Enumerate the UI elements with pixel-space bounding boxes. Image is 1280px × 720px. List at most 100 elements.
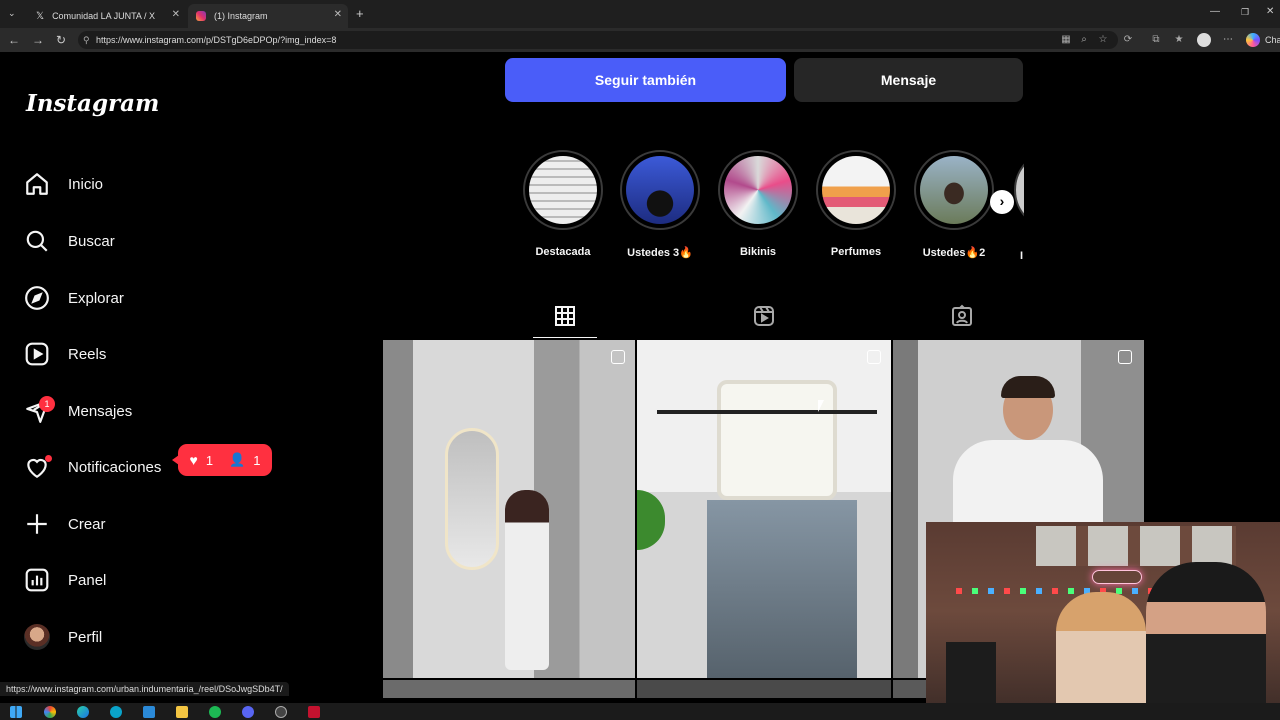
favorites-icon[interactable]: ★ <box>1173 34 1185 46</box>
extension-icon[interactable]: ⧉ <box>1150 34 1162 46</box>
tab-title: (1) Instagram <box>214 11 268 21</box>
back-icon[interactable]: ← <box>8 33 20 47</box>
more-menu-icon[interactable]: ⋯ <box>1222 34 1234 46</box>
sidebar-item-inicio[interactable]: Inicio <box>24 164 294 204</box>
sidebar-item-label: Panel <box>68 571 107 589</box>
avatar <box>24 624 50 650</box>
discord-icon[interactable] <box>242 706 254 718</box>
cam-posters <box>1036 526 1236 566</box>
windows-taskbar <box>0 703 1280 720</box>
follows-count: 1 <box>253 452 261 468</box>
folder-icon[interactable] <box>176 706 188 718</box>
post-hair <box>1001 376 1055 398</box>
tagged-icon[interactable] <box>950 304 974 328</box>
favorite-star-icon[interactable]: ☆ <box>1097 34 1109 46</box>
highlight-ring <box>620 150 700 230</box>
copilot-icon[interactable] <box>1246 33 1260 47</box>
copilot-label: Cha <box>1265 35 1280 45</box>
likes-heart-icon: ♥ <box>189 452 198 468</box>
close-window-icon[interactable]: ✕ <box>1266 6 1274 17</box>
compass-icon <box>25 286 49 310</box>
post-leaf <box>637 490 665 550</box>
sidebar-item-label: Notificaciones <box>68 458 162 476</box>
posts-grid-icon[interactable] <box>553 304 577 328</box>
profile-avatar-icon[interactable] <box>1197 33 1211 47</box>
sidebar-item-label: Reels <box>68 345 107 363</box>
close-tab-icon[interactable]: ✕ <box>334 9 342 20</box>
message-button[interactable]: Mensaje <box>794 58 1023 102</box>
windows-start-icon[interactable] <box>10 706 22 718</box>
chrome-icon[interactable] <box>44 706 56 718</box>
post-item-next-row[interactable] <box>893 680 926 698</box>
post-item[interactable] <box>383 340 635 678</box>
highlight-cover <box>822 156 890 224</box>
webcam-overlay <box>926 522 1280 720</box>
active-tab-underline <box>533 337 597 338</box>
sidebar-item-label: Mensajes <box>68 402 133 420</box>
highlight-ring <box>816 150 896 230</box>
url-text: https://www.instagram.com/p/DSTgD6eDPOp/… <box>96 35 337 45</box>
minimize-icon[interactable]: — <box>1210 6 1220 17</box>
post-rack <box>657 410 877 414</box>
reel-icon <box>867 350 881 364</box>
highlight-ustedes-3[interactable]: Ustedes 3🔥 <box>615 150 705 259</box>
sidebar-item-panel[interactable]: Panel <box>24 560 294 600</box>
browser-tab-bar: ⌄ 𝕏 Comunidad LA JUNTA / X ✕ (1) Instagr… <box>0 0 1280 28</box>
follow-back-button[interactable]: Seguir también <box>505 58 786 102</box>
app-icon[interactable] <box>308 706 320 718</box>
forward-icon[interactable]: → <box>32 33 44 47</box>
highlight-ustedes-2[interactable]: Ustedes🔥2 <box>909 150 999 259</box>
post-jeans <box>707 500 857 678</box>
highlights-next-button[interactable]: › <box>990 190 1014 214</box>
reload-icon[interactable]: ↻ <box>56 33 66 47</box>
notification-dot <box>45 455 52 462</box>
site-info-icon[interactable]: ⚲ <box>83 31 90 49</box>
instagram-logo[interactable]: Instagram <box>26 90 159 117</box>
reels-tab-icon[interactable] <box>752 304 776 328</box>
sidebar-item-crear[interactable]: Crear <box>24 504 294 544</box>
post-item-next-row[interactable] <box>383 680 635 698</box>
url-field[interactable]: ⚲ https://www.instagram.com/p/DSTgD6eDPO… <box>78 31 1118 49</box>
sidebar-item-buscar[interactable]: Buscar <box>24 221 294 261</box>
tab-list-chevron-icon[interactable]: ⌄ <box>8 8 16 19</box>
highlight-label: Bikinis <box>739 246 777 258</box>
file-icon[interactable] <box>143 706 155 718</box>
post-item-next-row[interactable] <box>637 680 891 698</box>
post-item[interactable] <box>637 340 891 678</box>
reels-icon <box>25 342 49 366</box>
highlight-cover <box>920 156 988 224</box>
highlight-perfumes[interactable]: Perfumes <box>811 150 901 258</box>
edge-icon[interactable] <box>77 706 89 718</box>
sidebar-item-mensajes[interactable]: 1 Mensajes <box>24 391 294 431</box>
address-bar: ← → ↻ ⚲ https://www.instagram.com/p/DSTg… <box>0 28 1280 52</box>
highlight-partial[interactable]: I <box>1014 150 1024 270</box>
browser-tab-x[interactable]: 𝕏 Comunidad LA JUNTA / X ✕ <box>28 4 186 28</box>
notification-pill[interactable]: ♥ 1 👤 1 <box>172 444 272 476</box>
spotify-icon[interactable] <box>209 706 221 718</box>
app-available-icon[interactable]: ▦ <box>1060 34 1072 46</box>
highlight-bikinis[interactable]: Bikinis <box>713 150 803 258</box>
browser-tab-instagram[interactable]: (1) Instagram ✕ <box>188 4 348 28</box>
post-figure <box>505 490 549 670</box>
likes-count: 1 <box>205 452 214 468</box>
highlight-ring <box>718 150 798 230</box>
zoom-icon[interactable]: ⌕ <box>1078 34 1090 46</box>
highlight-label: Destacada <box>535 246 591 258</box>
highlight-destacada[interactable]: Destacada <box>518 150 608 258</box>
browser-icon[interactable] <box>110 706 122 718</box>
sidebar-item-label: Perfil <box>68 628 103 646</box>
highlight-ring <box>523 150 603 230</box>
close-tab-icon[interactable]: ✕ <box>172 9 180 20</box>
sidebar-item-reels[interactable]: Reels <box>24 334 294 374</box>
sidebar-item-perfil[interactable]: Perfil <box>24 617 294 657</box>
tab-title: Comunidad LA JUNTA / X <box>52 11 155 21</box>
highlight-label: Perfumes <box>830 246 882 258</box>
sidebar-item-label: Buscar <box>68 232 115 250</box>
chart-icon <box>25 568 49 592</box>
sidebar-item-explorar[interactable]: Explorar <box>24 278 294 318</box>
refresh-extension-icon[interactable]: ⟳ <box>1122 34 1134 46</box>
obs-icon[interactable] <box>275 706 287 718</box>
restore-icon[interactable]: ❐ <box>1241 7 1249 18</box>
new-tab-icon[interactable]: + <box>356 6 364 21</box>
post-top-garment <box>717 380 837 500</box>
